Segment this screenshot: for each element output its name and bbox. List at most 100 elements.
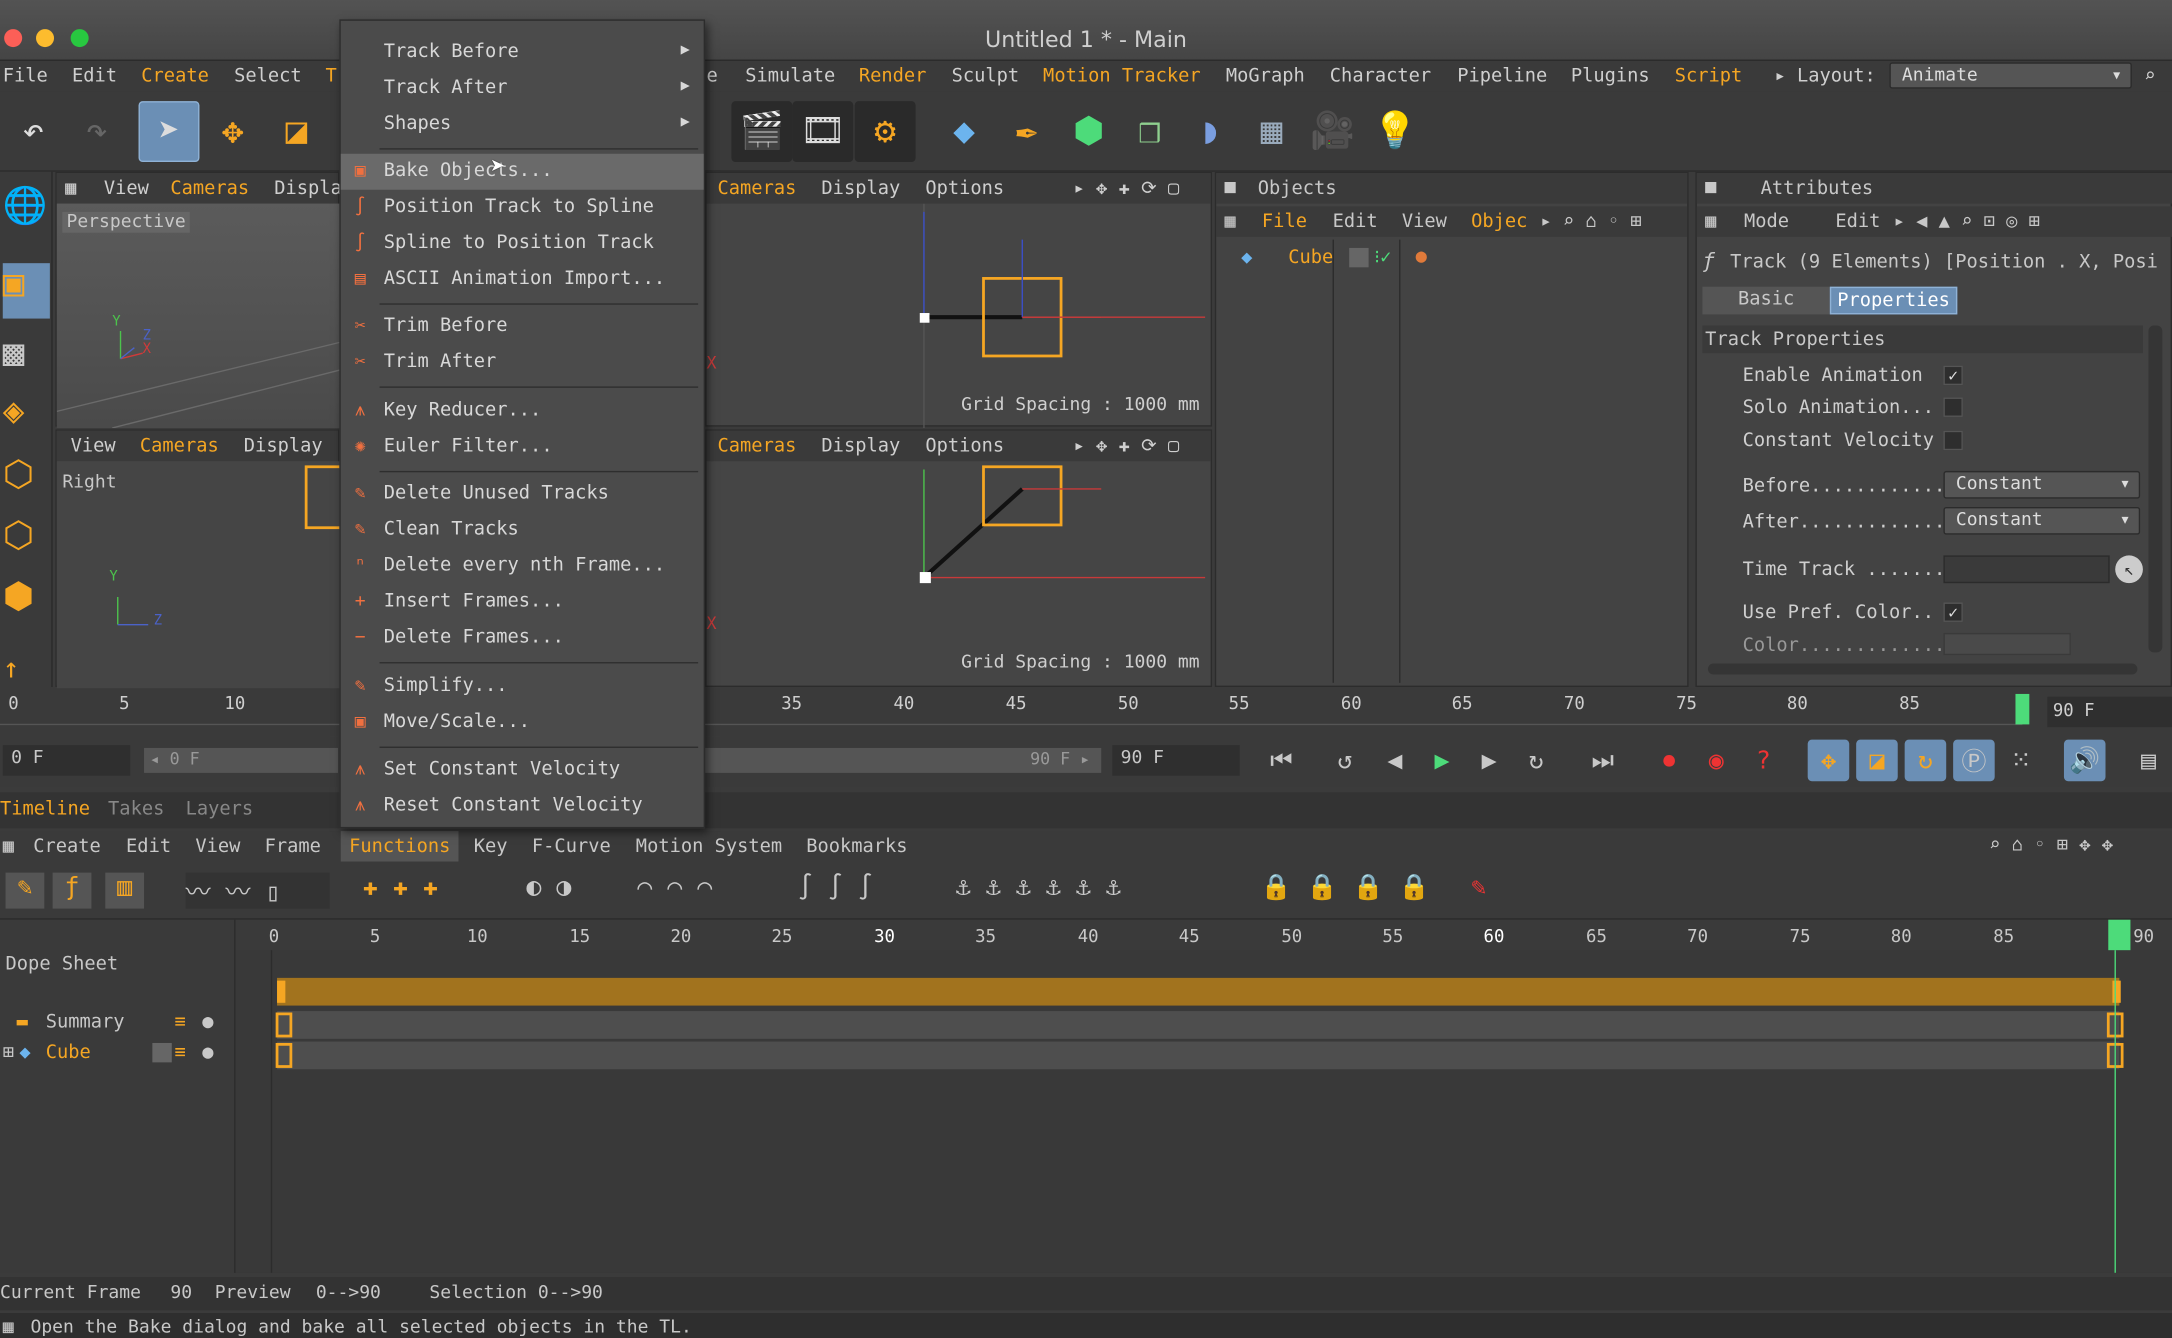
subdivision-icon[interactable]: ⬢	[1058, 101, 1119, 162]
menu-item-track-after[interactable]: Track After ▶	[341, 71, 704, 107]
move-tool-icon[interactable]: ✥	[202, 101, 263, 162]
menu-item-trim-before[interactable]: ✂ Trim Before	[341, 309, 704, 345]
key-pla-icon[interactable]: ⁙	[2000, 740, 2042, 782]
playhead-marker[interactable]	[2015, 693, 2030, 725]
cloner-icon[interactable]: ❒	[1119, 101, 1180, 162]
attr-scrollbar[interactable]	[2148, 325, 2163, 653]
tl-key-menu[interactable]: Key	[474, 835, 508, 857]
menu-item-track-before[interactable]: Track Before ▶	[341, 35, 704, 71]
light-icon[interactable]: 💡	[1364, 101, 1425, 162]
constant-velocity-checkbox[interactable]	[1943, 430, 1963, 451]
workplane-icon[interactable]: 🌐	[3, 186, 48, 228]
menu-character[interactable]: Character	[1330, 65, 1431, 87]
spline-icons[interactable]: ∫ ∫ ∫	[798, 873, 942, 909]
add-key-icons[interactable]: ✚ ✚ ✚	[363, 873, 507, 909]
menu-item-move-scale[interactable]: ▣ Move/Scale...	[341, 705, 704, 741]
start-frame-field[interactable]: 0 F	[2, 745, 131, 776]
key-parameter-icon[interactable]: Ⓟ	[1953, 739, 1995, 782]
menu-file[interactable]: File	[3, 65, 48, 87]
tl-view-menu[interactable]: View	[195, 835, 240, 857]
objects-file-menu[interactable]: File	[1262, 211, 1307, 233]
clear-key-icon[interactable]: ✎	[1471, 873, 1510, 909]
attr-edit-menu[interactable]: Edit	[1835, 211, 1880, 233]
attr-h-scrollbar[interactable]	[1707, 663, 2138, 675]
render-view-icon[interactable]: 🎬	[731, 101, 793, 163]
menu-pipeline[interactable]: Pipeline	[1457, 65, 1547, 87]
range-slider-end[interactable]: 90 F ▸	[705, 747, 1102, 773]
pick-icon[interactable]: ↖	[2115, 555, 2143, 584]
menu-item-set-constant-velocity[interactable]: ⩚ Set Constant Velocity	[341, 752, 704, 788]
object-name[interactable]: Cube	[1288, 247, 1333, 269]
menu-item-spline-to-position-track[interactable]: ∫ Spline to Position Track	[341, 226, 704, 262]
cube-label[interactable]: Cube	[46, 1042, 91, 1064]
cube-primitive-icon[interactable]: ◆	[934, 101, 995, 162]
object-row-cube[interactable]: ◆ Cube ⁝✓ ●	[1227, 245, 1684, 275]
vp-nav-icons[interactable]: ▸ ✥ ✚ ⟳ ▢	[1074, 435, 1180, 457]
tl-create-menu[interactable]: Create	[33, 835, 101, 857]
viewport-top[interactable]: Cameras Display Options ▸ ✥ ✚ ⟳ ▢ X Grid…	[705, 171, 1213, 428]
previous-key-icon[interactable]: ↺	[1324, 740, 1366, 782]
vp-nav-icons[interactable]: ▸ ✥ ✚ ⟳ ▢	[1074, 177, 1180, 199]
lock-icons[interactable]: 🔒 🔒 🔒 🔒	[1261, 873, 1460, 909]
after-dropdown[interactable]: Constant	[1943, 506, 2141, 535]
menu-item-reset-constant-velocity[interactable]: ⩚ Reset Constant Velocity	[341, 788, 704, 824]
menu-simulate[interactable]: Simulate	[745, 65, 835, 87]
objects-objects-menu[interactable]: Objec	[1471, 211, 1527, 233]
vp-cameras-menu[interactable]: Cameras	[718, 435, 797, 457]
tl-nav-icons[interactable]: ⌕ ⌂ ◦ ⊞ ✥ ✥	[1989, 834, 2113, 856]
go-to-start-icon[interactable]: ⏮	[1261, 740, 1303, 782]
go-to-end-icon[interactable]: ⏭	[1582, 740, 1624, 782]
viewport-right[interactable]: View Cameras Display Right Y Z	[55, 429, 344, 689]
menu-item-delete-unused-tracks[interactable]: ✎ Delete Unused Tracks	[341, 476, 704, 512]
menu-item-delete-every-nth-frame[interactable]: ⁿ Delete every nth Frame...	[341, 548, 704, 584]
vp-display-menu[interactable]: Display	[821, 177, 900, 199]
timeline-ruler[interactable]: 0 5 10 35 40 45 50 55 60 65 70 75 80 85 …	[0, 688, 2172, 736]
previous-frame-icon[interactable]: ◀	[1374, 740, 1416, 782]
time-track-field[interactable]	[1943, 555, 2110, 584]
tl-motion-system-menu[interactable]: Motion System	[636, 835, 782, 857]
menu-create[interactable]: Create	[141, 65, 209, 87]
sound-icon[interactable]: 🔊	[2063, 739, 2106, 782]
menu-item-simplify[interactable]: ✎ Simplify...	[341, 669, 704, 705]
vp-display-menu[interactable]: Display	[821, 435, 900, 457]
vp-cameras-menu[interactable]: Cameras	[170, 177, 249, 199]
search-icon[interactable]: ⌕	[2144, 65, 2155, 87]
tab-properties[interactable]: Properties	[1829, 286, 1958, 315]
viewport-front[interactable]: Cameras Display Options ▸ ✥ ✚ ⟳ ▢ X Grid…	[705, 429, 1213, 688]
tree-row-summary[interactable]: ▬ Summary ≡ ●	[0, 1008, 235, 1038]
undo-icon[interactable]: ↶	[3, 101, 64, 162]
use-pref-color-checkbox[interactable]: ✓	[1943, 602, 1963, 622]
menu-edit[interactable]: Edit	[72, 65, 117, 87]
menu-item-delete-frames[interactable]: − Delete Frames...	[341, 621, 704, 657]
expand-icon[interactable]: ⊞	[3, 1042, 14, 1064]
render-settings-icon[interactable]: ⚙	[854, 101, 916, 163]
layer-icon[interactable]	[152, 1042, 172, 1063]
render-picture-viewer-icon[interactable]: 🎞	[792, 101, 854, 163]
menu-motion-tracker[interactable]: Motion Tracker	[1043, 65, 1201, 87]
ds-playhead-marker[interactable]	[2108, 919, 2131, 951]
color-swatch[interactable]	[1943, 632, 2071, 656]
section-track-properties[interactable]: Track Properties	[1702, 325, 2143, 354]
range-slider-start[interactable]: ◂ 0 F	[144, 747, 338, 773]
pen-tool-icon[interactable]: ✒	[996, 101, 1057, 162]
fcurve-mode-icon[interactable]: ƒ	[52, 872, 92, 909]
menu-tools-partial[interactable]: T	[326, 65, 337, 87]
motion-mode-icon[interactable]: ▥	[105, 872, 145, 909]
vp-cameras-menu[interactable]: Cameras	[140, 435, 219, 457]
model-mode-icon[interactable]: ▣	[2, 263, 50, 319]
vp-display-menu[interactable]: Displa	[274, 177, 342, 199]
polygons-mode-icon[interactable]: ⬢	[3, 576, 34, 618]
key-position-icon[interactable]: ✥	[1807, 739, 1850, 782]
vp-display-menu[interactable]: Display	[244, 435, 323, 457]
vp-options-menu[interactable]: Options	[925, 177, 1004, 199]
menu-select[interactable]: Select	[234, 65, 302, 87]
menu-item-clean-tracks[interactable]: ✎ Clean Tracks	[341, 512, 704, 548]
objects-edit-menu[interactable]: Edit	[1333, 211, 1378, 233]
tree-row-cube[interactable]: ⊞ ◆ Cube ≡ ●	[0, 1039, 235, 1069]
vp-view-menu[interactable]: View	[71, 435, 116, 457]
objects-toolbar-icons[interactable]: ▸ ⌕ ⌂ ◦ ⊞	[1540, 211, 1641, 233]
key-scale-icon[interactable]: ◪	[1856, 739, 1898, 782]
menu-sculpt[interactable]: Sculpt	[952, 65, 1020, 87]
autokey-icon[interactable]: ◉	[1695, 740, 1737, 782]
menu-item-insert-frames[interactable]: + Insert Frames...	[341, 585, 704, 621]
